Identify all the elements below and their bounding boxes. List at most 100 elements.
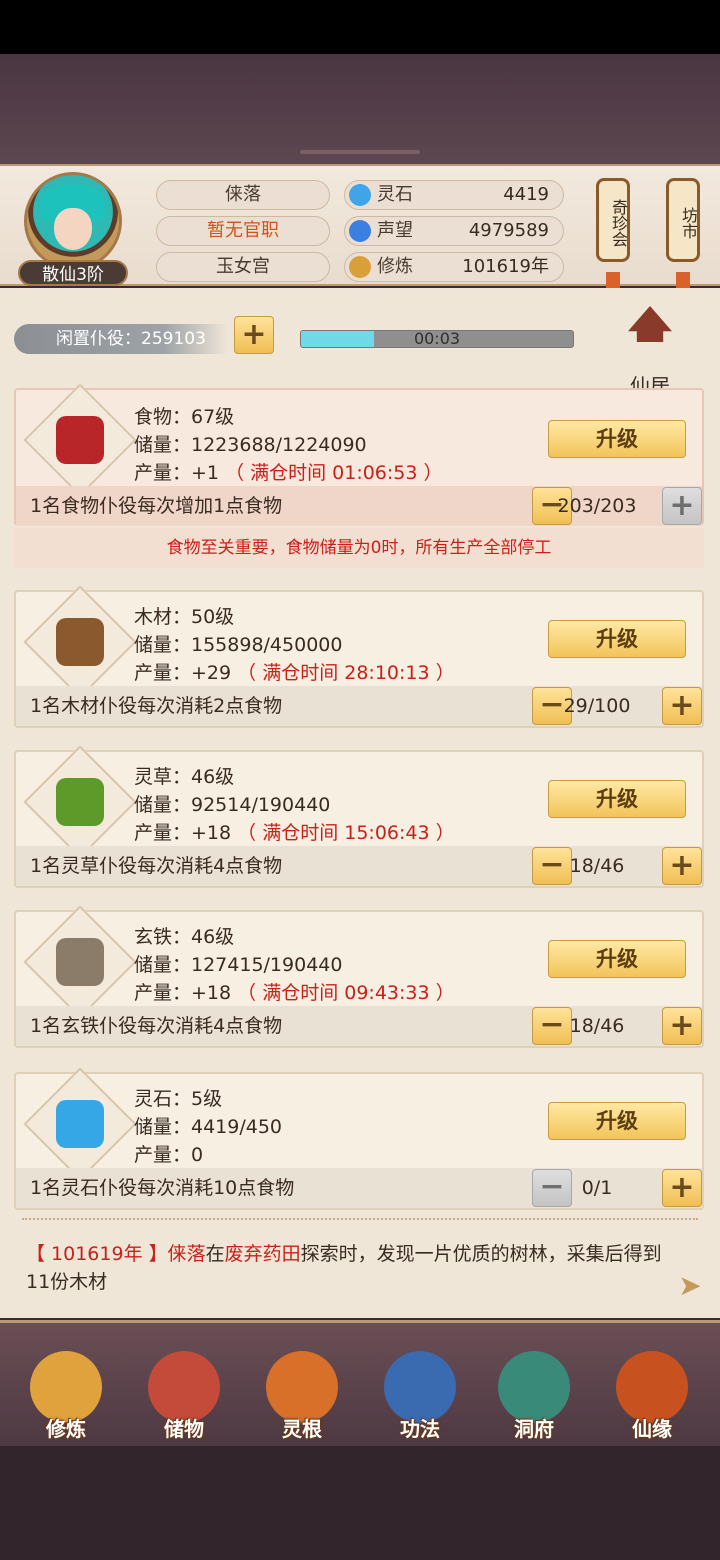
resource-storage: 储量：92514/190440 xyxy=(134,794,331,816)
stat-value: 4419 xyxy=(503,184,549,205)
resource-card-wood: 木材：50级 储量：155898/450000 产量：+29 （ 满仓时间 28… xyxy=(14,585,704,728)
output-value: 产量：+18 xyxy=(134,822,232,844)
idle-servants-label: 闲置仆役：259103 xyxy=(14,324,228,354)
full-time: （ 满仓时间 09:43:33 ） xyxy=(237,982,455,1004)
meat-icon xyxy=(23,383,137,497)
increase-servant-button[interactable]: + xyxy=(662,687,702,725)
player-header: 散仙3阶 俫落 暂无官职 玉女宫 灵石 4419 声望 4979589 修炼 1… xyxy=(0,164,720,294)
spirit-stone-crystal-icon xyxy=(23,1067,137,1181)
next-log-icon[interactable]: ➤ xyxy=(674,1270,706,1302)
upgrade-button[interactable]: 升级 xyxy=(548,1102,686,1140)
resource-card-food: 食物：67级 储量：1223688/1224090 产量：+1 （ 满仓时间 0… xyxy=(14,383,704,526)
food-warning: 食物至关重要，食物储量为0时，所有生产全部停工 xyxy=(14,528,704,568)
log-year: 【 101619年 】 xyxy=(26,1243,168,1265)
progress-timer: 00:03 xyxy=(413,330,461,348)
nav-label: 修炼 xyxy=(46,1417,86,1441)
stat-label: 修炼 xyxy=(377,256,413,277)
card-footer: 1名木材仆役每次消耗2点食物 − 29/100 + xyxy=(16,686,702,726)
servant-count: 203/203 xyxy=(557,495,637,517)
servant-count: 0/1 xyxy=(581,1177,613,1199)
resource-level: 灵草：46级 xyxy=(134,766,235,788)
resource-level: 食物：67级 xyxy=(134,406,235,428)
nav-label: 储物 xyxy=(164,1417,204,1441)
log-place: 废弃药田 xyxy=(224,1243,301,1265)
herb-leaf-icon xyxy=(23,745,137,859)
residence-button[interactable]: 仙居 xyxy=(612,302,688,398)
output-value: 产量：0 xyxy=(134,1144,204,1166)
card-footer: 1名灵草仆役每次消耗4点食物 − 18/46 + xyxy=(16,846,702,886)
servant-description: 1名灵石仆役每次消耗10点食物 xyxy=(30,1177,295,1199)
nav-label: 灵根 xyxy=(282,1417,322,1441)
resource-output: 产量：+29 （ 满仓时间 28:10:13 ） xyxy=(134,658,455,685)
resource-panel: 闲置仆役：259103 + 00:03 仙居 食物：67级 储量：1223688… xyxy=(0,288,720,1318)
nav-techniques[interactable]: 功法 xyxy=(370,1351,470,1447)
stat-spirit-stone: 灵石 4419 xyxy=(344,180,564,210)
reputation-icon xyxy=(349,220,371,242)
resource-output: 产量：0 xyxy=(134,1140,203,1167)
rank-badge: 散仙3阶 xyxy=(18,260,128,286)
status-bar xyxy=(0,0,720,54)
pagoda-icon xyxy=(628,306,672,342)
add-servant-button[interactable]: + xyxy=(234,316,274,354)
upgrade-button[interactable]: 升级 xyxy=(548,620,686,658)
resource-level: 木材：50级 xyxy=(134,606,235,628)
bottom-navigation: 修炼 储物 灵根 功法 洞府 仙缘 xyxy=(0,1320,720,1446)
upgrade-button[interactable]: 升级 xyxy=(548,940,686,978)
servant-count: 18/46 xyxy=(569,1015,625,1037)
resource-level: 玄铁：46级 xyxy=(134,926,235,948)
sect-name[interactable]: 玉女宫 xyxy=(156,252,330,282)
nav-spirit-root[interactable]: 灵根 xyxy=(252,1351,352,1447)
official-title[interactable]: 暂无官职 xyxy=(156,216,330,246)
treasure-fair-button[interactable]: 奇珍会 xyxy=(596,178,630,262)
resource-output: 产量：+18 （ 满仓时间 15:06:43 ） xyxy=(134,818,455,845)
increase-servant-button[interactable]: + xyxy=(662,1007,702,1045)
avatar[interactable]: 散仙3阶 xyxy=(18,172,128,286)
increase-servant-button[interactable]: + xyxy=(662,487,702,525)
nav-cultivation[interactable]: 修炼 xyxy=(16,1351,116,1447)
resource-storage: 储量：127415/190440 xyxy=(134,954,343,976)
card-footer: 1名玄铁仆役每次消耗4点食物 − 18/46 + xyxy=(16,1006,702,1046)
stat-cultivation: 修炼 101619年 xyxy=(344,252,564,282)
nav-storage[interactable]: 储物 xyxy=(134,1351,234,1447)
servant-count: 18/46 xyxy=(569,855,625,877)
resource-storage: 储量：155898/450000 xyxy=(134,634,343,656)
output-value: 产量：+29 xyxy=(134,662,232,684)
servant-description: 1名玄铁仆役每次消耗4点食物 xyxy=(30,1015,283,1037)
resource-storage: 储量：4419/450 xyxy=(134,1116,283,1138)
avatar-face xyxy=(54,208,92,250)
upgrade-button[interactable]: 升级 xyxy=(548,780,686,818)
spirit-stone-icon xyxy=(349,184,371,206)
nav-fate[interactable]: 仙缘 xyxy=(602,1351,702,1447)
resource-output: 产量：+1 （ 满仓时间 01:06:53 ） xyxy=(134,458,443,485)
stat-reputation: 声望 4979589 xyxy=(344,216,564,246)
stat-value: 4979589 xyxy=(468,220,549,241)
increase-servant-button[interactable]: + xyxy=(662,1169,702,1207)
player-name: 俫落 xyxy=(156,180,330,210)
servant-description: 1名木材仆役每次消耗2点食物 xyxy=(30,695,283,717)
event-log: 【 101619年 】俫落在废弃药田探索时，发现一片优质的树林，采集后得到11份… xyxy=(26,1240,676,1296)
increase-servant-button[interactable]: + xyxy=(662,847,702,885)
market-button[interactable]: 坊市 xyxy=(666,178,700,262)
servant-count: 29/100 xyxy=(563,695,631,717)
resource-storage: 储量：1223688/1224090 xyxy=(134,434,367,456)
resource-card-herb: 灵草：46级 储量：92514/190440 产量：+18 （ 满仓时间 15:… xyxy=(14,745,704,888)
resource-output: 产量：+18 （ 满仓时间 09:43:33 ） xyxy=(134,978,455,1005)
output-value: 产量：+18 xyxy=(134,982,232,1004)
log-player: 俫落 xyxy=(167,1243,206,1265)
stat-label: 声望 xyxy=(377,220,413,241)
resource-card-spirit-stone: 灵石：5级 储量：4419/450 产量：0 升级 1名灵石仆役每次消耗10点食… xyxy=(14,1067,704,1210)
card-footer: 1名灵石仆役每次消耗10点食物 − 0/1 + xyxy=(16,1168,702,1208)
wood-log-icon xyxy=(23,585,137,699)
bottom-background xyxy=(0,1446,720,1560)
servant-description: 1名食物仆役每次增加1点食物 xyxy=(30,495,283,517)
full-time: （ 满仓时间 28:10:13 ） xyxy=(237,662,455,684)
full-time: （ 满仓时间 01:06:53 ） xyxy=(225,462,443,484)
nav-cave-house[interactable]: 洞府 xyxy=(484,1351,584,1447)
nav-label: 仙缘 xyxy=(632,1417,672,1441)
stat-value: 101619年 xyxy=(462,256,549,277)
log-connector: 在 xyxy=(205,1243,225,1265)
top-ornament xyxy=(0,140,720,164)
card-footer: 1名食物仆役每次增加1点食物 − 203/203 + xyxy=(16,486,702,526)
upgrade-button[interactable]: 升级 xyxy=(548,420,686,458)
iron-ore-icon xyxy=(23,905,137,1019)
